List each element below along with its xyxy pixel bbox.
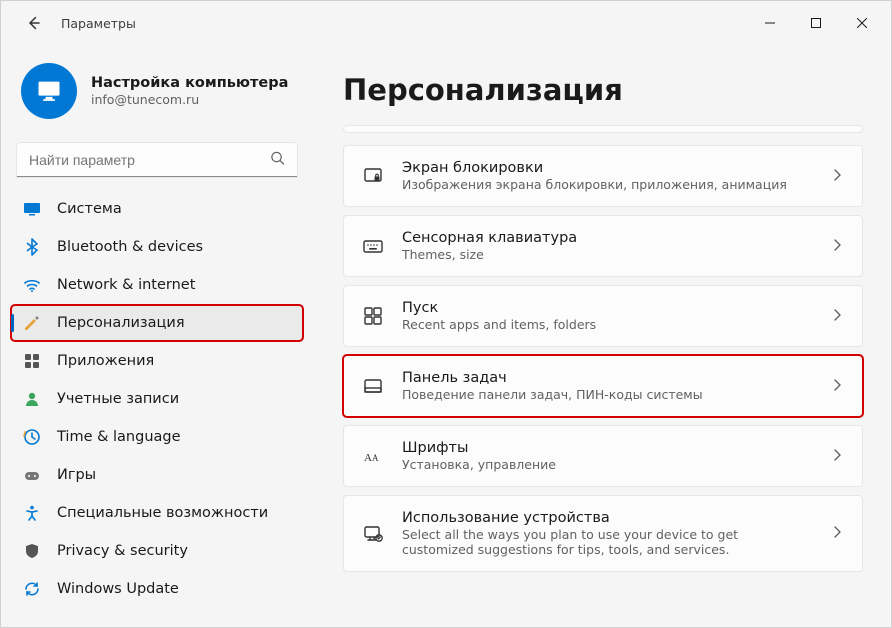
setting-text: Шрифты Установка, управление [402, 440, 812, 472]
minimize-icon [765, 18, 775, 28]
taskbar-icon [362, 375, 384, 397]
chevron-right-icon [830, 237, 844, 256]
setting-title: Панель задач [402, 370, 812, 386]
sidebar-item-label: Система [57, 201, 122, 217]
setting-text: Пуск Recent apps and items, folders [402, 300, 812, 332]
setting-card-touch-keyboard[interactable]: Сенсорная клавиатура Themes, size [343, 215, 863, 277]
window-controls [747, 7, 885, 39]
usage-icon [362, 523, 384, 545]
sidebar-item-label: Windows Update [57, 581, 179, 597]
sidebar-item-accessibility[interactable]: Специальные возможности [11, 495, 303, 531]
setting-card-start[interactable]: Пуск Recent apps and items, folders [343, 285, 863, 347]
personalization-icon [23, 314, 41, 332]
app-title: Параметры [61, 16, 136, 31]
gaming-icon [23, 466, 41, 484]
search-input[interactable] [17, 143, 297, 177]
sidebar-item-label: Time & language [57, 429, 181, 445]
profile-text: Настройка компьютера info@tunecom.ru [91, 75, 288, 107]
apps-icon [23, 352, 41, 370]
chevron-right-icon [830, 377, 844, 396]
system-icon [23, 200, 41, 218]
chevron-right-icon [830, 307, 844, 326]
chevron-right-icon [830, 167, 844, 186]
sidebar-item-label: Privacy & security [57, 543, 188, 559]
back-button[interactable] [19, 9, 47, 37]
setting-desc: Select all the ways you plan to use your… [402, 527, 812, 557]
setting-desc: Поведение панели задач, ПИН-коды системы [402, 387, 812, 402]
setting-title: Экран блокировки [402, 160, 812, 176]
close-icon [857, 18, 867, 28]
sidebar-item-time[interactable]: Time & language [11, 419, 303, 455]
sidebar: Настройка компьютера info@tunecom.ru Сис… [1, 45, 311, 627]
page-title: Персонализация [343, 73, 863, 107]
main-content: Персонализация Экран блокировки Изображе… [311, 45, 891, 627]
monitor-icon [35, 77, 63, 105]
setting-card-taskbar[interactable]: Панель задач Поведение панели задач, ПИН… [343, 355, 863, 417]
setting-title: Сенсорная клавиатура [402, 230, 812, 246]
svg-text:A: A [372, 453, 379, 463]
setting-text: Сенсорная клавиатура Themes, size [402, 230, 812, 262]
setting-desc: Установка, управление [402, 457, 812, 472]
settings-window: Параметры Настройка компьютера info@tune… [0, 0, 892, 628]
sidebar-item-label: Приложения [57, 353, 154, 369]
accessibility-icon [23, 504, 41, 522]
sidebar-item-personalization[interactable]: Персонализация [11, 305, 303, 341]
svg-text:A: A [364, 452, 372, 464]
bluetooth-icon [23, 238, 41, 256]
setting-card-fonts[interactable]: AA Шрифты Установка, управление [343, 425, 863, 487]
content-area: Настройка компьютера info@tunecom.ru Сис… [1, 45, 891, 627]
chevron-right-icon [830, 447, 844, 466]
time-icon [23, 428, 41, 446]
sidebar-item-bluetooth[interactable]: Bluetooth & devices [11, 229, 303, 265]
sidebar-item-label: Специальные возможности [57, 505, 268, 521]
sidebar-item-label: Учетные записи [57, 391, 179, 407]
privacy-icon [23, 542, 41, 560]
profile-email: info@tunecom.ru [91, 92, 288, 107]
sidebar-item-label: Bluetooth & devices [57, 239, 203, 255]
sidebar-item-accounts[interactable]: Учетные записи [11, 381, 303, 417]
sidebar-nav: Система Bluetooth & devices Network & in… [11, 191, 303, 607]
setting-title: Использование устройства [402, 510, 812, 526]
profile-name: Настройка компьютера [91, 75, 288, 91]
lockscreen-icon [362, 165, 384, 187]
sidebar-item-network[interactable]: Network & internet [11, 267, 303, 303]
sidebar-item-apps[interactable]: Приложения [11, 343, 303, 379]
setting-text: Экран блокировки Изображения экрана блок… [402, 160, 812, 192]
arrow-left-icon [25, 15, 41, 31]
avatar [21, 63, 77, 119]
setting-text: Панель задач Поведение панели задач, ПИН… [402, 370, 812, 402]
accounts-icon [23, 390, 41, 408]
setting-card-device-usage[interactable]: Использование устройства Select all the … [343, 495, 863, 572]
setting-desc: Изображения экрана блокировки, приложени… [402, 177, 812, 192]
setting-title: Шрифты [402, 440, 812, 456]
sidebar-item-update[interactable]: Windows Update [11, 571, 303, 607]
chevron-right-icon [830, 524, 844, 543]
setting-desc: Themes, size [402, 247, 812, 262]
maximize-icon [811, 18, 821, 28]
setting-desc: Recent apps and items, folders [402, 317, 812, 332]
titlebar: Параметры [1, 1, 891, 45]
search-wrap [17, 143, 297, 177]
setting-text: Использование устройства Select all the … [402, 510, 812, 557]
sidebar-item-system[interactable]: Система [11, 191, 303, 227]
keyboard-icon [362, 235, 384, 257]
fonts-icon: AA [362, 445, 384, 467]
close-button[interactable] [839, 7, 885, 39]
sidebar-item-privacy[interactable]: Privacy & security [11, 533, 303, 569]
sidebar-item-label: Игры [57, 467, 96, 483]
setting-card-lockscreen[interactable]: Экран блокировки Изображения экрана блок… [343, 145, 863, 207]
profile-block[interactable]: Настройка компьютера info@tunecom.ru [11, 55, 303, 135]
sidebar-item-label: Network & internet [57, 277, 195, 293]
minimize-button[interactable] [747, 7, 793, 39]
sidebar-item-label: Персонализация [57, 315, 185, 331]
network-icon [23, 276, 41, 294]
partial-card-top [343, 125, 863, 133]
start-icon [362, 305, 384, 327]
setting-title: Пуск [402, 300, 812, 316]
sidebar-item-gaming[interactable]: Игры [11, 457, 303, 493]
update-icon [23, 580, 41, 598]
maximize-button[interactable] [793, 7, 839, 39]
